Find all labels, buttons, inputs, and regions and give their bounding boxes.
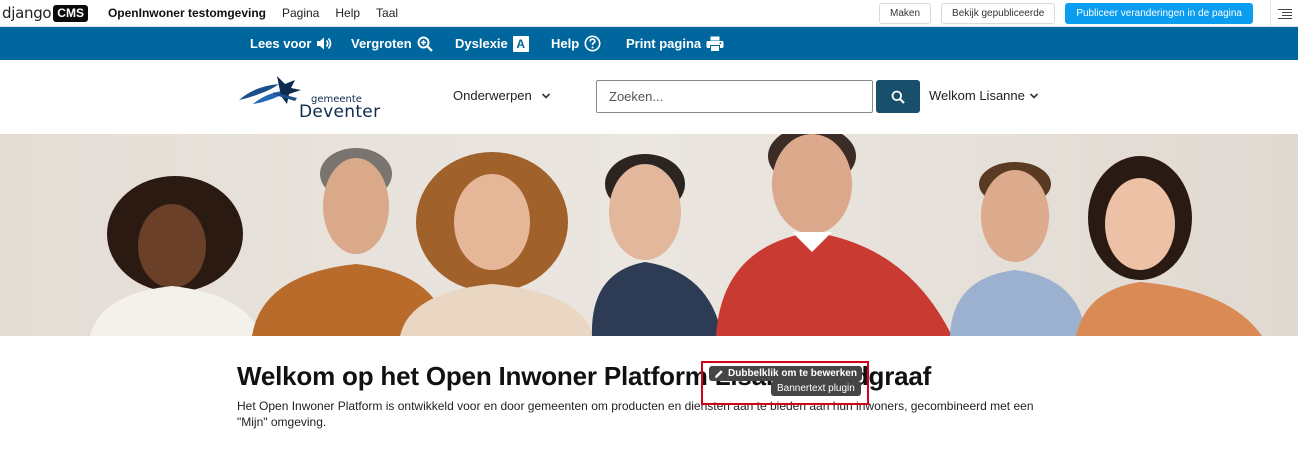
structure-icon-line xyxy=(1277,8,1292,10)
dyslexia-button[interactable]: Dyslexie A xyxy=(455,27,529,60)
help-label: Help xyxy=(551,36,580,51)
zoom-button[interactable]: Vergroten xyxy=(351,27,433,60)
user-menu-label: Welkom Lisanne xyxy=(929,88,1025,103)
create-button[interactable]: Maken xyxy=(879,3,932,24)
intro-text: Het Open Inwoner Platform is ontwikkeld … xyxy=(237,399,1034,429)
view-published-button[interactable]: Bekijk gepubliceerde xyxy=(941,3,1056,24)
user-menu[interactable]: Welkom Lisanne xyxy=(929,88,1039,103)
cms-logo[interactable]: django CMS xyxy=(2,3,88,23)
publish-button[interactable]: Publiceer veranderingen in de pagina xyxy=(1065,3,1253,24)
help-button[interactable]: Help xyxy=(551,27,601,60)
structure-icon-line xyxy=(1281,14,1292,16)
search-button[interactable] xyxy=(876,80,920,113)
dyslexia-icon: A xyxy=(512,35,529,52)
chevron-down-icon xyxy=(1029,92,1038,99)
cms-site-menu[interactable]: OpenInwoner testomgeving xyxy=(108,6,266,20)
read-aloud-button[interactable]: Lees voor xyxy=(250,27,333,60)
speaker-icon xyxy=(317,37,332,50)
zoom-in-icon xyxy=(417,36,433,52)
cms-logo-django: django xyxy=(2,4,52,22)
zoom-label: Vergroten xyxy=(351,36,412,51)
people-group-illustration xyxy=(0,134,1298,336)
site-header: gemeente Deventer Onderwerpen Welkom Lis… xyxy=(0,60,1298,134)
edit-tooltip-text: Dubbelklik om te bewerken xyxy=(728,368,857,379)
plugin-name-tooltip: Bannertext plugin xyxy=(771,381,861,396)
cms-toolbar-actions: Maken Bekijk gepubliceerde Publiceer ver… xyxy=(869,0,1298,27)
structure-icon[interactable] xyxy=(1270,0,1298,27)
search-input[interactable] xyxy=(596,80,873,113)
municipality-logo[interactable]: gemeente Deventer xyxy=(237,74,381,122)
cms-menu-language[interactable]: Taal xyxy=(376,6,398,20)
chevron-down-icon xyxy=(541,92,550,99)
print-button[interactable]: Print pagina xyxy=(626,27,724,60)
cms-logo-badge: CMS xyxy=(53,4,88,22)
hero-banner-image xyxy=(0,134,1298,336)
topics-label: Onderwerpen xyxy=(453,88,532,103)
printer-icon xyxy=(706,36,724,52)
dyslexia-label: Dyslexie xyxy=(455,36,508,51)
structure-icon-line xyxy=(1277,17,1292,19)
cms-toolbar: django CMS OpenInwoner testomgeving Pagi… xyxy=(0,0,1298,27)
read-aloud-label: Lees voor xyxy=(250,36,312,51)
edit-tooltip: Dubbelklik om te bewerken xyxy=(709,366,862,381)
search-icon xyxy=(891,90,905,104)
structure-icon-line xyxy=(1281,11,1292,13)
cms-menu-page[interactable]: Pagina xyxy=(282,6,319,20)
logo-text-deventer: Deventer xyxy=(299,102,381,122)
topics-dropdown[interactable]: Onderwerpen xyxy=(453,88,551,103)
print-label: Print pagina xyxy=(626,36,702,51)
accessibility-bar: Lees voor Vergroten Dyslexie A Help Prin… xyxy=(0,27,1298,60)
pencil-icon xyxy=(715,369,723,378)
cms-menu-help[interactable]: Help xyxy=(335,6,360,20)
help-circle-icon xyxy=(584,35,601,52)
